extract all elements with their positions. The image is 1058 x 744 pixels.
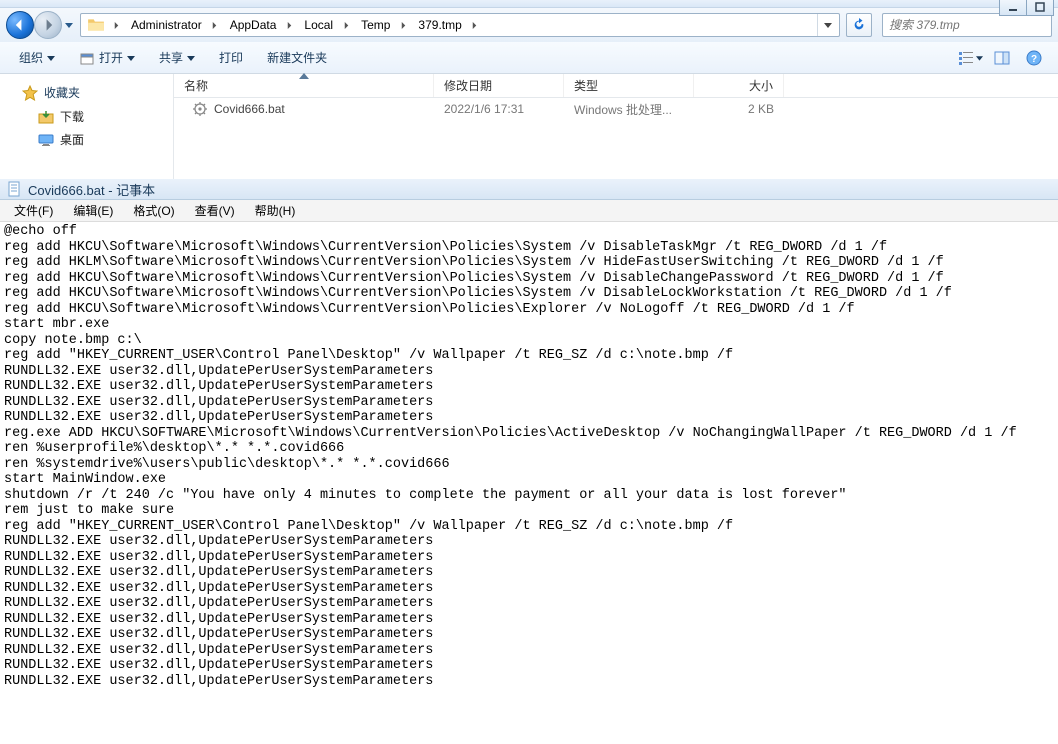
forward-button[interactable] [34,11,62,39]
chevron-right-icon[interactable] [339,22,353,29]
chevron-right-icon[interactable] [468,22,482,29]
file-row[interactable]: Covid666.bat 2022/1/6 17:31Windows 批处理...… [174,98,1058,120]
file-pane: 名称 修改日期 类型 大小 Covid666.bat 2022/1/6 17:31… [174,74,1058,179]
window-controls [1000,0,1054,16]
open-icon [79,50,95,66]
notepad-title: Covid666.bat - 记事本 [28,180,155,199]
chevron-right-icon[interactable] [208,22,222,29]
open-button[interactable]: 打开 [70,46,144,70]
breadcrumb-segment[interactable]: Temp [353,14,396,36]
notepad-menu-item[interactable]: 帮助(H) [245,200,306,221]
column-headers: 名称 修改日期 类型 大小 [174,74,1058,98]
search-input[interactable] [889,18,1046,32]
explorer-window: Administrator AppData Local Temp 379.tmp 组织 … [0,0,1058,178]
sidebar-downloads-label: 下载 [60,108,84,125]
toolbar: 组织 打开 共享 打印 新建文件夹 ? [0,42,1058,74]
download-icon [38,109,54,125]
folder-icon [87,16,105,34]
column-name[interactable]: 名称 [174,74,434,97]
chevron-right-icon[interactable] [109,22,123,29]
sidebar: 收藏夹 下载 桌面 [0,74,174,179]
address-dropdown[interactable] [817,14,837,36]
breadcrumb-segment[interactable]: AppData [222,14,283,36]
svg-text:?: ? [1031,54,1037,65]
preview-pane-button[interactable] [988,47,1016,69]
maximize-button[interactable] [1026,0,1054,16]
file-size: 2 KB [694,102,784,116]
desktop-icon [38,132,54,148]
notepad-menu-item[interactable]: 编辑(E) [63,200,123,221]
file-date: 2022/1/6 17:31 [434,102,564,116]
notepad-content[interactable]: @echo off reg add HKCU\Software\Microsof… [0,222,1058,691]
notepad-titlebar[interactable]: Covid666.bat - 记事本 [0,178,1058,200]
column-size[interactable]: 大小 [694,74,784,97]
file-type: Windows 批处理... [564,101,694,118]
share-menu[interactable]: 共享 [150,46,204,70]
sidebar-favorites-label: 收藏夹 [44,84,80,101]
notepad-menu-item[interactable]: 格式(O) [123,200,184,221]
notepad-menu-item[interactable]: 文件(F) [4,200,63,221]
breadcrumb-segment[interactable]: Administrator [123,14,208,36]
chevron-right-icon[interactable] [396,22,410,29]
sidebar-favorites-header[interactable]: 收藏夹 [0,80,173,105]
notepad-menu-item[interactable]: 查看(V) [185,200,245,221]
organize-menu[interactable]: 组织 [10,46,64,70]
column-type[interactable]: 类型 [564,74,694,97]
view-options-button[interactable] [956,47,984,69]
column-date[interactable]: 修改日期 [434,74,564,97]
nav-history-dropdown[interactable] [62,13,76,37]
sidebar-item-desktop[interactable]: 桌面 [0,128,173,151]
breadcrumb-segment[interactable]: Local [296,14,339,36]
explorer-titlebar[interactable] [0,0,1058,8]
explorer-body: 收藏夹 下载 桌面 名称 修改日期 类型 大小 Covid666.bat2 [0,74,1058,179]
minimize-button[interactable] [999,0,1027,16]
notepad-window: Covid666.bat - 记事本 文件(F)编辑(E)格式(O)查看(V)帮… [0,178,1058,691]
chevron-right-icon[interactable] [282,22,296,29]
sort-asc-icon [299,73,309,79]
bat-file-icon [192,101,208,117]
sidebar-item-downloads[interactable]: 下载 [0,105,173,128]
star-icon [22,85,38,101]
notepad-menu: 文件(F)编辑(E)格式(O)查看(V)帮助(H) [0,200,1058,222]
refresh-button[interactable] [846,13,872,37]
search-box[interactable] [882,13,1052,37]
address-bar[interactable]: Administrator AppData Local Temp 379.tmp [80,13,840,37]
notepad-icon [6,181,22,197]
file-name: Covid666.bat [214,102,285,116]
new-folder-button[interactable]: 新建文件夹 [258,46,336,70]
back-button[interactable] [6,11,34,39]
print-button[interactable]: 打印 [210,46,252,70]
sidebar-desktop-label: 桌面 [60,131,84,148]
breadcrumb-segment[interactable]: 379.tmp [410,14,467,36]
nav-buttons [6,11,76,39]
nav-row: Administrator AppData Local Temp 379.tmp [0,8,1058,42]
help-button[interactable]: ? [1020,47,1048,69]
